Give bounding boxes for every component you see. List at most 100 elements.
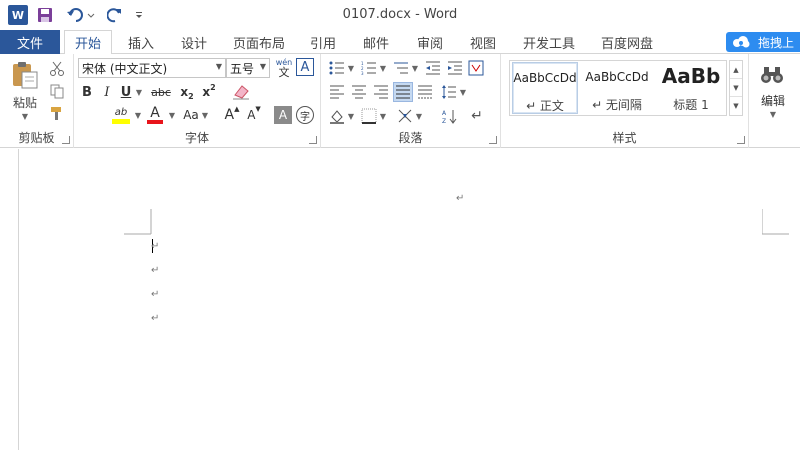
change-case-dropdown-icon[interactable]: ▼ [200,108,210,122]
italic-button[interactable]: I [98,82,116,102]
document-area[interactable]: ↵ ↵ ↵ ↵ ↵ [0,149,800,450]
tab-references[interactable]: 引用 [300,30,346,54]
line-spacing-dropdown-icon[interactable]: ▼ [459,86,467,98]
title-bar: W 0107.docx - Word [0,0,800,30]
find-binoculars-icon[interactable] [757,60,787,90]
shading-icon[interactable] [327,106,347,126]
borders-dropdown-icon[interactable]: ▼ [379,110,387,122]
text-highlight-button[interactable]: ab [110,104,132,126]
enclose-characters-button[interactable]: 字 [296,106,314,124]
style-no-spacing[interactable]: AaBbCcDd ↵ 无间隔 [582,62,652,114]
style-normal[interactable]: AaBbCcDd ↵ 正文 [512,62,578,114]
style-heading-1[interactable]: AaBb 标题 1 [656,62,726,114]
tab-file[interactable]: 文件 [0,30,60,54]
style-no-spacing-sample: AaBbCcDd [585,70,649,84]
baidu-drag-upload-button[interactable]: 拖拽上 [726,32,800,52]
underline-dropdown-icon[interactable]: ▼ [134,82,144,102]
svg-text:Z: Z [442,118,446,124]
font-color-dropdown-icon[interactable]: ▼ [167,108,177,122]
editing-button[interactable]: 编辑 [753,92,793,108]
character-shading-button[interactable]: A [274,106,292,124]
font-size-dropdown-icon[interactable]: ▼ [260,62,266,71]
chinese-layout-icon[interactable] [467,58,485,78]
subscript-button[interactable]: x2 [178,82,196,102]
paragraph-mark-4[interactable]: ↵ [151,313,159,324]
styles-dialog-launcher-icon[interactable] [737,136,745,144]
character-border-button[interactable]: A [296,58,314,76]
tab-developer[interactable]: 开发工具 [512,30,586,54]
tab-insert[interactable]: 插入 [118,30,164,54]
cut-icon[interactable] [48,60,66,78]
borders-icon[interactable] [359,106,379,126]
sort-icon[interactable]: AZ [439,106,459,126]
gallery-more-icon[interactable]: ▼ [730,97,742,115]
bullets-dropdown-icon[interactable]: ▼ [347,62,355,74]
style-heading-1-name: 标题 1 [673,98,709,112]
align-right-icon[interactable] [371,82,391,102]
shading-dropdown-icon[interactable]: ▼ [347,110,355,122]
underline-button[interactable]: U [118,82,134,102]
numbering-icon[interactable]: 123 [359,58,379,78]
strikethrough-button[interactable]: abc [148,82,174,102]
tab-review[interactable]: 审阅 [406,30,454,54]
show-paragraph-marks-icon[interactable]: ↵ [467,106,487,126]
justify-icon[interactable] [393,82,413,102]
font-color-button[interactable]: A [144,104,166,126]
increase-indent-icon[interactable] [445,58,465,78]
numbering-dropdown-icon[interactable]: ▼ [379,62,387,74]
style-normal-name: ↵ 正文 [526,99,564,113]
styles-gallery-scroll[interactable]: ▲ ▼ ▼ [729,60,743,116]
paragraph-group: ▼ 123 ▼ ▼ ▼ ▼ ▼ ▼ A Z ↵ 段落 [321,54,501,148]
distributed-icon[interactable] [415,82,435,102]
subscript-base: x [180,85,189,99]
paragraph-mark-3[interactable]: ↵ [151,289,159,300]
change-case-button[interactable]: Aa [180,104,202,126]
baidu-drag-upload-label: 拖拽上 [758,35,795,50]
copy-icon[interactable] [48,82,66,100]
align-left-icon[interactable] [327,82,347,102]
tab-page-layout[interactable]: 页面布局 [224,30,294,54]
clear-formatting-icon[interactable] [230,82,252,102]
subscript-index: 2 [188,91,194,101]
paragraph-mark-2[interactable]: ↵ [151,265,159,276]
text-direction-dropdown-icon[interactable]: ▼ [415,110,423,122]
align-center-icon[interactable] [349,82,369,102]
paragraph-mark-1[interactable]: ↵ [151,241,159,252]
tab-home[interactable]: 开始 [64,30,112,55]
gallery-scroll-up-icon[interactable]: ▲ [730,61,742,79]
paste-icon[interactable] [10,60,40,90]
text-direction-icon[interactable] [395,106,415,126]
font-name-dropdown-icon[interactable]: ▼ [216,62,222,71]
grow-font-arrow: ▲ [234,105,240,113]
multilevel-list-icon[interactable] [391,58,411,78]
font-name-value: 宋体 (中文正文) [82,61,168,76]
character-border-label: A [300,59,310,75]
grow-font-button[interactable]: A ▲ [222,104,242,126]
clipboard-dialog-launcher-icon[interactable] [62,136,70,144]
grow-font-label: A [224,107,235,123]
editing-dropdown-icon[interactable]: ▼ [767,108,779,120]
gallery-scroll-down-icon[interactable]: ▼ [730,79,742,97]
bullets-icon[interactable] [327,58,347,78]
tab-view[interactable]: 视图 [460,30,506,54]
font-dialog-launcher-icon[interactable] [309,136,317,144]
superscript-button[interactable]: x2 [200,82,218,102]
tab-design[interactable]: 设计 [170,30,218,54]
font-name-combo[interactable]: 宋体 (中文正文) ▼ [78,58,226,78]
format-painter-icon[interactable] [48,104,66,122]
paste-dropdown-icon[interactable]: ▼ [18,112,32,121]
multilevel-list-dropdown-icon[interactable]: ▼ [411,62,419,74]
bold-button[interactable]: B [78,82,96,102]
line-spacing-icon[interactable] [439,82,459,102]
phonetic-guide-button[interactable]: wén 文 [274,57,294,79]
shrink-font-button[interactable]: A ▼ [244,104,264,126]
decrease-indent-icon[interactable] [423,58,443,78]
tab-mailings[interactable]: 邮件 [352,30,400,54]
font-color-swatch [147,120,163,124]
styles-group: AaBbCcDd ↵ 正文 AaBbCcDd ↵ 无间隔 AaBb 标题 1 ▲… [501,54,749,148]
text-highlight-dropdown-icon[interactable]: ▼ [133,108,143,122]
font-size-combo[interactable]: 五号 ▼ [226,58,270,78]
paragraph-dialog-launcher-icon[interactable] [489,136,497,144]
paste-button[interactable]: 粘贴 [8,94,42,111]
tab-baidu-netdisk[interactable]: 百度网盘 [592,30,662,54]
